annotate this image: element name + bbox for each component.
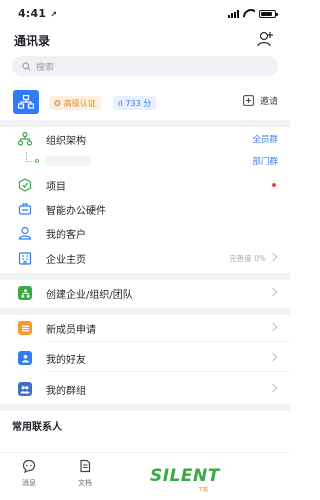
new-member-icon bbox=[18, 321, 32, 335]
page-title: 通讯录 bbox=[14, 34, 51, 48]
org-chart-icon[interactable] bbox=[13, 90, 39, 114]
sub-department-row[interactable]: 部门群 bbox=[0, 152, 290, 172]
new-member-label: 新成员申请 bbox=[46, 325, 96, 336]
office-hardware-row[interactable]: 智能办公硬件 bbox=[0, 197, 290, 221]
chevron-right-icon bbox=[268, 252, 278, 262]
wifi-icon bbox=[243, 9, 255, 18]
tab-documents-label: 文档 bbox=[78, 479, 92, 487]
customer-icon bbox=[18, 226, 32, 240]
friends-row[interactable]: 我的好友 bbox=[0, 346, 290, 370]
section-divider bbox=[0, 308, 290, 315]
search-placeholder: 搜索 bbox=[36, 62, 55, 73]
org-structure-label: 组织架构 bbox=[46, 136, 86, 147]
signal-icon bbox=[228, 9, 239, 18]
search-input[interactable]: 搜索 bbox=[12, 56, 278, 76]
office-hardware-label: 智能办公硬件 bbox=[46, 206, 106, 217]
header: 通讯录 bbox=[0, 30, 290, 52]
customer-row[interactable]: 我的客户 bbox=[0, 221, 290, 245]
status-icons bbox=[228, 9, 278, 18]
frequent-contacts-title: 常用联系人 bbox=[12, 422, 62, 433]
chevron-right-icon bbox=[268, 322, 278, 332]
invite-button[interactable]: 邀请 bbox=[243, 94, 278, 107]
certification-icon: ✪ bbox=[54, 98, 61, 108]
watermark-text: SILENT bbox=[150, 466, 220, 486]
company-home-row[interactable]: 企业主页 完善度 0% bbox=[0, 246, 290, 270]
status-time: 4:41 ↗ bbox=[18, 7, 58, 20]
silent-watermark-logo: SILENT 下载 bbox=[150, 462, 236, 494]
status-bar: 4:41 ↗ bbox=[0, 0, 290, 26]
create-org-label: 创建企业/组织/团队 bbox=[46, 290, 133, 301]
chevron-right-icon bbox=[268, 383, 278, 393]
friends-label: 我的好友 bbox=[46, 355, 86, 366]
tab-messages[interactable]: 消息 bbox=[14, 459, 44, 488]
company-home-icon bbox=[18, 252, 32, 265]
tree-node-icon bbox=[35, 159, 39, 163]
groups-icon bbox=[18, 382, 32, 396]
tab-documents[interactable]: 文档 bbox=[70, 459, 100, 488]
invite-icon bbox=[243, 95, 254, 106]
groups-row[interactable]: 我的群组 bbox=[0, 377, 290, 401]
document-icon bbox=[80, 459, 91, 473]
section-divider bbox=[0, 120, 290, 127]
all-staff-group-link[interactable]: 全员群 bbox=[252, 133, 278, 145]
project-row[interactable]: 项目 bbox=[0, 173, 290, 197]
message-icon bbox=[22, 459, 36, 473]
search-icon bbox=[22, 61, 31, 70]
chart-icon: ıl bbox=[118, 98, 123, 108]
member-count-badge[interactable]: ıl 733 分 bbox=[113, 96, 157, 110]
section-divider bbox=[0, 273, 290, 280]
company-home-label: 企业主页 bbox=[46, 255, 86, 266]
office-hardware-icon bbox=[18, 203, 32, 215]
organization-bar: ✪ 高级认证 ıl 733 分 邀请 bbox=[0, 90, 290, 116]
new-member-row[interactable]: 新成员申请 bbox=[0, 316, 290, 340]
friends-icon bbox=[18, 351, 32, 365]
row-separator bbox=[46, 341, 290, 342]
org-structure-row[interactable]: 组织架构 全员群 bbox=[0, 127, 290, 151]
watermark-subtext: 下载 bbox=[198, 487, 209, 493]
create-org-row[interactable]: 创建企业/组织/团队 bbox=[0, 281, 290, 305]
section-divider bbox=[0, 404, 290, 411]
tab-messages-label: 消息 bbox=[22, 479, 36, 487]
completion-status: 完善度 0% bbox=[229, 254, 266, 263]
add-contact-icon[interactable] bbox=[256, 30, 274, 48]
department-name bbox=[46, 156, 90, 166]
certification-badge[interactable]: ✪ 高级认证 bbox=[49, 96, 101, 110]
notification-dot bbox=[272, 183, 276, 187]
chevron-right-icon bbox=[268, 287, 278, 297]
chevron-right-icon bbox=[268, 352, 278, 362]
org-tree-icon bbox=[18, 132, 32, 146]
customer-label: 我的客户 bbox=[46, 230, 86, 241]
battery-icon bbox=[259, 9, 278, 18]
create-org-icon bbox=[18, 286, 32, 300]
department-group-link[interactable]: 部门群 bbox=[252, 155, 278, 167]
groups-label: 我的群组 bbox=[46, 386, 86, 397]
project-label: 项目 bbox=[46, 182, 66, 193]
row-separator bbox=[46, 371, 290, 372]
tab-bar: 消息 文档 bbox=[0, 452, 290, 500]
project-icon bbox=[18, 178, 32, 192]
